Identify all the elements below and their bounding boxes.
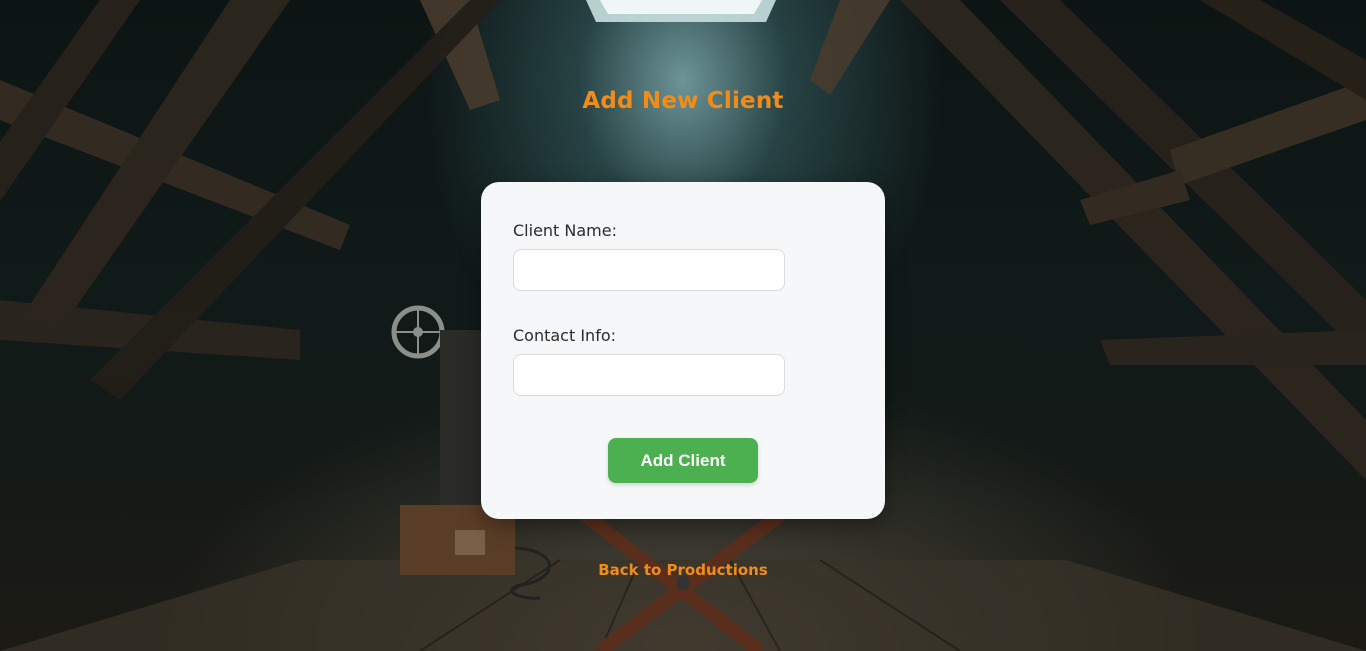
contact-info-label: Contact Info: [513,326,617,345]
page-background: Add New Client Client Name: Contact Info… [0,0,1366,651]
client-name-label: Client Name: [513,221,617,240]
add-client-form: Client Name: Contact Info: Add Client [481,182,885,519]
left-rafters [0,0,500,400]
right-rafters [810,0,1366,480]
page-title: Add New Client [582,88,784,114]
back-to-productions-link[interactable]: Back to Productions [0,561,1366,579]
contact-info-input[interactable] [513,354,785,396]
add-client-button[interactable]: Add Client [608,438,758,483]
client-name-input[interactable] [513,249,785,291]
skylight-icon [586,0,776,22]
